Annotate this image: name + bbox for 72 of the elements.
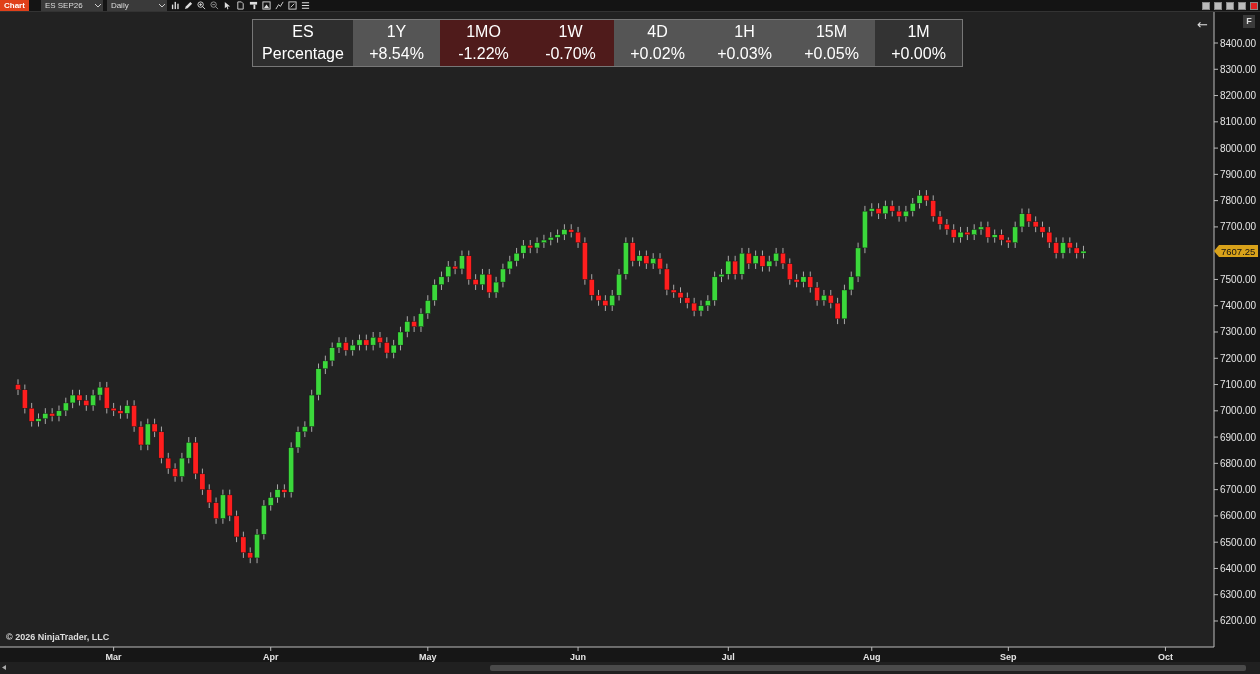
column-header: 1H [734, 22, 755, 42]
axis-label: 8100.00 [1220, 116, 1257, 128]
column-header: 1M [907, 22, 930, 42]
axis-label: Sep [1000, 652, 1017, 662]
axis-label: Mar [105, 652, 122, 662]
axis-label: Apr [262, 652, 279, 662]
axis-label: 6700.00 [1220, 484, 1257, 496]
axis-label: 8400.00 [1220, 37, 1257, 49]
table-cell-text: Percentage [262, 44, 344, 64]
minimize-button[interactable] [1226, 1, 1234, 10]
column-header: 4D [647, 22, 668, 42]
axis-label: 6300.00 [1220, 589, 1257, 601]
f-button[interactable]: F [1243, 15, 1255, 28]
zoom-in-icon[interactable] [196, 1, 206, 10]
scrollbar-thumb[interactable] [490, 665, 1246, 671]
document-icon[interactable] [235, 1, 245, 10]
table-cell-text: +0.00% [891, 44, 946, 64]
column-header: 1W [558, 22, 583, 42]
caret-icon [158, 3, 165, 8]
chart-title[interactable]: Chart [0, 0, 29, 11]
axis-label: 8000.00 [1220, 142, 1257, 154]
back-arrow-button[interactable]: ← [1197, 17, 1208, 32]
axis-label: Aug [863, 652, 881, 662]
zoom-out-icon[interactable] [209, 1, 219, 10]
caret-icon [94, 3, 101, 8]
copyright-text: © 2026 NinjaTrader, LLC [6, 632, 110, 642]
axis-label: 7800.00 [1220, 195, 1257, 207]
interval-dropdown[interactable]: Daily [106, 0, 167, 11]
axis-label: 6800.00 [1220, 457, 1257, 469]
axis-label: 6200.00 [1220, 615, 1257, 627]
axis-label: 7900.00 [1220, 168, 1257, 180]
axis-label: 8300.00 [1220, 63, 1257, 75]
table-cell-text: -1.22% [458, 44, 509, 64]
grid-icon[interactable] [287, 1, 297, 10]
axis-label: 7700.00 [1220, 221, 1257, 233]
close-button[interactable] [1250, 1, 1258, 10]
list-icon[interactable] [300, 1, 310, 10]
axis-label: 7100.00 [1220, 379, 1257, 391]
axis-label: 7400.00 [1220, 300, 1257, 312]
axis-label: Jun [570, 652, 587, 662]
table-cell-text: +8.54% [369, 44, 424, 64]
axis-label: 7000.00 [1220, 405, 1257, 417]
line-chart-icon[interactable] [274, 1, 284, 10]
image-icon[interactable] [261, 1, 271, 10]
column-header: 1MO [466, 22, 501, 42]
left-arrow-icon[interactable] [2, 665, 6, 670]
axis-label: Jul [721, 652, 735, 662]
panel-icon[interactable] [248, 1, 258, 10]
instrument-dropdown[interactable]: ES SEP26 [40, 0, 103, 11]
bar-chart-icon[interactable] [170, 1, 180, 10]
price-marker: 7607.25 [1214, 245, 1258, 258]
axis-label: May [419, 652, 437, 662]
table-cell-text: +0.03% [717, 44, 772, 64]
axis-label: Oct [1157, 652, 1173, 662]
axis-label: 6900.00 [1220, 431, 1257, 443]
axis-label: 8200.00 [1220, 90, 1257, 102]
table-cell-text: +0.05% [804, 44, 859, 64]
cursor-icon[interactable] [222, 1, 232, 10]
restore-button[interactable] [1238, 1, 1246, 10]
pencil-icon[interactable] [183, 1, 193, 10]
axis-label: 6500.00 [1220, 536, 1257, 548]
axis-label: 7200.00 [1220, 352, 1257, 364]
column-header: 1Y [386, 22, 407, 42]
table-cell-text: +0.02% [630, 44, 685, 64]
axis-label: 6600.00 [1220, 510, 1257, 522]
scrollbar[interactable] [0, 662, 1260, 674]
table-cell-text: -0.70% [545, 44, 596, 64]
axis-label: 7500.00 [1220, 273, 1257, 285]
axis-label: 6400.00 [1220, 562, 1257, 574]
column-header: ES [292, 22, 314, 42]
column-header: 15M [815, 22, 848, 42]
axis-label: 7300.00 [1220, 326, 1257, 338]
